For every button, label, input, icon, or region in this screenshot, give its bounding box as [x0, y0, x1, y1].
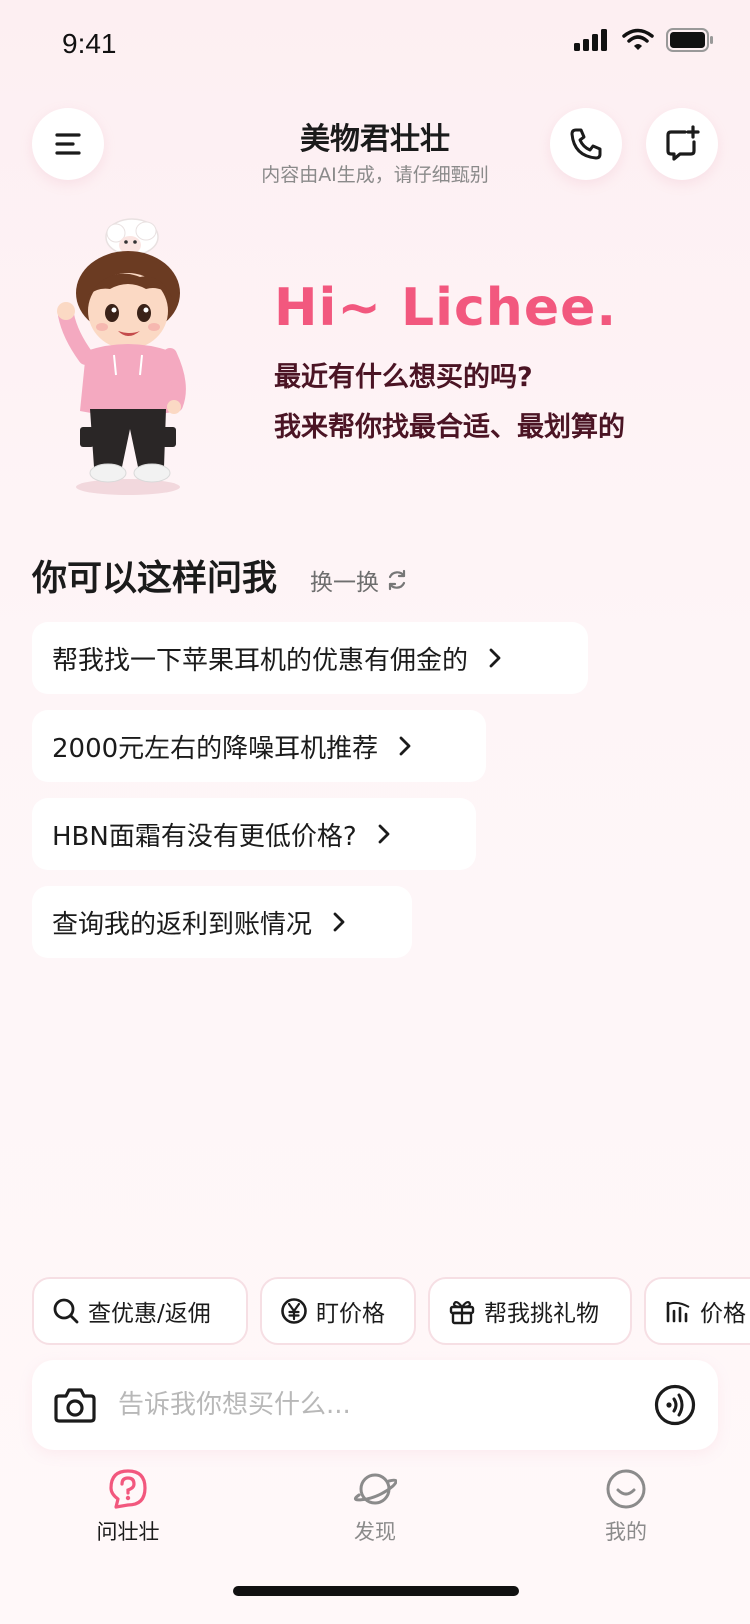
new-chat-button[interactable]	[646, 108, 718, 180]
ai-disclaimer: 内容由AI生成，请仔细甄别	[261, 164, 489, 186]
greeting-line-1: 最近有什么想买的吗?	[274, 362, 533, 393]
camera-icon[interactable]	[54, 1386, 96, 1424]
page-title: 美物君壮壮	[300, 122, 450, 157]
wifi-icon	[622, 28, 654, 50]
chevron-right-icon	[332, 911, 346, 933]
status-icons	[574, 28, 714, 52]
question-icon	[109, 1469, 147, 1509]
chip-watch-price[interactable]: 盯价格	[260, 1277, 416, 1345]
greeting-hi: Hi~ Lichee.	[274, 278, 618, 338]
chip-label: 帮我挑礼物	[484, 1301, 599, 1327]
chip-check-deals[interactable]: 查优惠/返佣	[32, 1277, 248, 1345]
tab-label: 我的	[605, 1520, 647, 1544]
status-time: 9:41	[62, 28, 117, 59]
mascot-illustration	[57, 218, 186, 495]
chip-label: 盯价格	[316, 1301, 385, 1327]
price-chart-icon	[666, 1301, 690, 1323]
tab-label: 发现	[354, 1520, 396, 1544]
quick-action-chips: 查优惠/返佣 盯价格 帮我挑礼物 价格	[32, 1277, 750, 1345]
suggestion-item[interactable]: 帮我找一下苹果耳机的优惠有佣金的	[32, 622, 588, 694]
yen-icon	[281, 1298, 307, 1324]
chevron-right-icon	[398, 735, 412, 757]
app-screen: 9:41 美物君壮壮 内容由AI生成，请仔细甄别 Hi~ Lichee. 最近有…	[0, 0, 750, 1624]
message-input[interactable]	[118, 1390, 636, 1420]
suggestion-text: 帮我找一下苹果耳机的优惠有佣金的	[52, 645, 469, 676]
chevron-right-icon	[377, 823, 391, 845]
home-indicator	[233, 1586, 519, 1596]
suggestion-text: 查询我的返利到账情况	[52, 909, 313, 940]
phone-icon	[570, 128, 602, 160]
tab-label: 问壮壮	[96, 1520, 160, 1544]
tab-ask-zhuangzhuang[interactable]: 问壮壮	[53, 1468, 203, 1546]
battery-icon	[666, 28, 713, 52]
voice-icon[interactable]	[654, 1384, 696, 1426]
phone-button[interactable]	[550, 108, 622, 180]
message-input-bar	[32, 1360, 718, 1450]
tab-me[interactable]: 我的	[551, 1468, 701, 1546]
suggestions-title: 你可以这样问我	[32, 559, 278, 599]
greeting-line-2: 我来帮你找最合适、最划算的	[274, 412, 625, 443]
suggestion-text: HBN面霜有没有更低价格?	[52, 821, 357, 852]
search-icon	[53, 1298, 79, 1324]
gift-icon	[449, 1300, 475, 1325]
tab-discover[interactable]: 发现	[300, 1468, 450, 1546]
suggestion-item[interactable]: HBN面霜有没有更低价格?	[32, 798, 476, 870]
suggestion-item[interactable]: 2000元左右的降噪耳机推荐	[32, 710, 486, 782]
chip-price[interactable]: 价格	[644, 1277, 750, 1345]
chip-label: 查优惠/返佣	[88, 1301, 211, 1327]
chip-pick-gift[interactable]: 帮我挑礼物	[428, 1277, 632, 1345]
smile-icon	[606, 1469, 646, 1509]
planet-icon	[353, 1473, 397, 1505]
chip-label: 价格	[700, 1301, 746, 1327]
refresh-icon	[388, 569, 406, 591]
refresh-button[interactable]: 换一换	[310, 563, 409, 597]
new-chat-icon	[666, 125, 700, 161]
signal-icon	[574, 29, 607, 51]
suggestion-text: 2000元左右的降噪耳机推荐	[52, 733, 379, 764]
chevron-right-icon	[488, 647, 502, 669]
suggestion-item[interactable]: 查询我的返利到账情况	[32, 886, 412, 958]
refresh-label: 换一换	[310, 570, 379, 596]
status-bar: 9:41	[0, 0, 750, 90]
